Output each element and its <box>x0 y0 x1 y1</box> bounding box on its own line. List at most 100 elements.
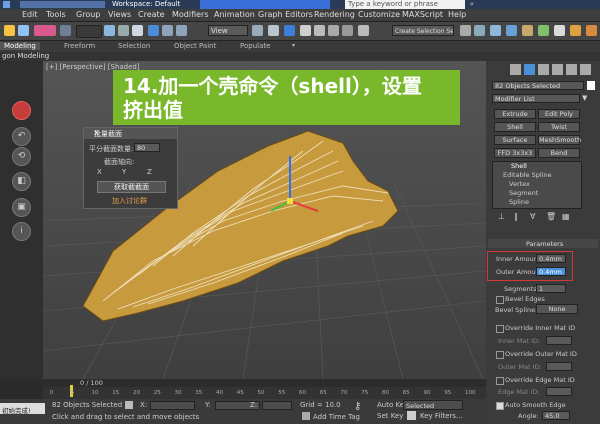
angle-snap-icon[interactable] <box>314 25 325 36</box>
stack-item-shell[interactable]: Shell <box>511 162 527 170</box>
record-icon[interactable] <box>12 101 31 120</box>
tab-freeform[interactable]: Freeform <box>64 42 95 50</box>
menu-modifiers[interactable]: Modifiers <box>172 10 209 19</box>
select-object-icon[interactable] <box>104 25 115 36</box>
menu-animation[interactable]: Animation <box>214 10 255 19</box>
display-tab-icon[interactable] <box>566 64 577 75</box>
key-filters-button[interactable]: Key Filters... <box>420 412 463 420</box>
add-time-tag[interactable]: Add Time Tag <box>313 413 360 421</box>
remove-modifier-icon[interactable]: 🗑 <box>546 212 556 221</box>
stack-item-spline[interactable]: Spline <box>509 198 529 206</box>
reference-coordinate-dropdown[interactable]: View <box>208 25 248 36</box>
key-mode-dropdown[interactable]: Selected <box>403 400 463 410</box>
workspace-label[interactable]: Workspace: Default <box>112 0 180 9</box>
bind-icon[interactable] <box>60 25 71 36</box>
lock-selection-icon[interactable] <box>125 401 133 409</box>
axis-z-radio[interactable]: Z <box>147 168 152 176</box>
edit-poly-button[interactable]: Edit Poly <box>538 109 580 119</box>
lock-icon[interactable]: ▣ <box>12 198 31 217</box>
stack-item-editable-spline[interactable]: Editable Spline <box>503 171 552 179</box>
hierarchy-tab-icon[interactable] <box>538 64 549 75</box>
override-outer-checkbox[interactable] <box>496 351 504 359</box>
time-tag-icon[interactable] <box>302 412 310 420</box>
search-icon[interactable]: ⌕ <box>470 0 474 9</box>
key-filter-icon[interactable] <box>407 411 416 420</box>
menu-maxscript[interactable]: MAXScript <box>402 10 443 19</box>
pivot-center-icon[interactable] <box>252 25 263 36</box>
modifier-stack[interactable]: Shell Editable Spline Vertex Segment Spl… <box>492 161 582 209</box>
auto-smooth-checkbox[interactable] <box>496 402 504 410</box>
menu-rendering[interactable]: Rendering <box>314 10 355 19</box>
search-input[interactable]: Type a keyword or phrase <box>345 0 465 9</box>
show-end-result-icon[interactable]: ∥ <box>514 212 518 221</box>
twist-button[interactable]: Twist <box>538 122 580 132</box>
bevel-edges-checkbox[interactable] <box>496 296 504 304</box>
z-coord-input[interactable] <box>262 401 292 410</box>
modifier-list-dropdown[interactable]: Modifier List <box>492 94 580 103</box>
stack-item-vertex[interactable]: Vertex <box>509 180 530 188</box>
object-name-field[interactable]: 82 Objects Selected <box>492 81 584 90</box>
tab-populate[interactable]: Populate <box>240 42 270 50</box>
time-slider-label[interactable]: 0 / 100 <box>80 379 103 387</box>
align-icon[interactable] <box>474 25 485 36</box>
make-unique-icon[interactable]: ∀ <box>530 212 535 221</box>
extrude-button[interactable]: Extrude <box>494 109 536 119</box>
info-icon[interactable]: i <box>12 222 31 241</box>
close-icon[interactable]: X <box>94 129 174 137</box>
outer-amount-input[interactable]: 0.4mm <box>536 267 566 276</box>
mirror-icon[interactable] <box>460 25 471 36</box>
override-edge-checkbox[interactable] <box>496 377 504 385</box>
menu-customize[interactable]: Customize <box>358 10 400 19</box>
timeline[interactable]: 0 / 100 0 5 10 15 20 25 30 35 40 45 50 55 60 65 70 75 80… <box>43 379 486 399</box>
select-by-name-icon[interactable] <box>118 25 129 36</box>
rectangular-selection-icon[interactable] <box>132 25 143 36</box>
configure-sets-icon[interactable]: ▦ <box>562 212 570 221</box>
menu-create[interactable]: Create <box>138 10 165 19</box>
percent-snap-icon[interactable] <box>328 25 339 36</box>
snap-toggle-icon[interactable] <box>300 25 311 36</box>
set-key-button[interactable]: Set Key <box>377 412 403 420</box>
rotate-icon[interactable]: ⟲ <box>12 147 31 166</box>
redo-icon[interactable] <box>18 25 29 36</box>
undo-icon[interactable] <box>4 25 15 36</box>
menu-views[interactable]: Views <box>108 10 131 19</box>
object-color-swatch[interactable] <box>587 81 595 90</box>
render-icon[interactable] <box>586 25 597 36</box>
bevel-spline-button[interactable]: None <box>536 304 578 314</box>
select-and-move-icon[interactable] <box>148 25 159 36</box>
modify-tab-icon[interactable] <box>524 64 535 75</box>
graphite-tools-icon[interactable] <box>506 25 517 36</box>
surface-button[interactable]: Surface <box>494 135 536 145</box>
layer-manager-icon[interactable] <box>490 25 501 36</box>
curve-editor-icon[interactable] <box>522 25 533 36</box>
tab-object-paint[interactable]: Object Paint <box>174 42 216 50</box>
maxscript-listener-field[interactable]: 初始完成! <box>0 403 45 415</box>
select-and-manipulate-icon[interactable] <box>268 25 279 36</box>
inner-amount-input[interactable]: 0.4mm <box>536 254 566 263</box>
meshsmooth-button[interactable]: MeshSmooth <box>538 135 581 145</box>
tab-modeling[interactable]: Modeling <box>0 42 40 50</box>
schematic-view-icon[interactable] <box>538 25 549 36</box>
section-count-input[interactable]: 80 <box>134 143 160 152</box>
quick-access-toolbar[interactable] <box>20 1 105 8</box>
polygon-modeling-label[interactable]: gon Modeling <box>2 52 49 60</box>
segments-input[interactable]: 1 <box>536 284 566 293</box>
keyboard-shortcut-icon[interactable] <box>284 25 295 36</box>
parameters-rollout-header[interactable]: Parameters <box>488 239 598 248</box>
undo-icon[interactable]: ↶ <box>12 127 31 146</box>
axis-x-radio[interactable]: X <box>97 168 102 176</box>
menu-edit[interactable]: Edit <box>22 10 38 19</box>
x-coord-input[interactable] <box>150 401 195 410</box>
shell-button[interactable]: Shell <box>494 122 536 132</box>
material-editor-icon[interactable] <box>554 25 565 36</box>
dialog-titlebar[interactable]: 批量截面 X <box>84 128 177 139</box>
edge-mat-id-input[interactable] <box>546 387 572 396</box>
create-tab-icon[interactable] <box>510 64 521 75</box>
chevron-down-icon[interactable]: ▼ <box>582 94 587 102</box>
utilities-tab-icon[interactable] <box>580 64 591 75</box>
move-icon[interactable]: ◧ <box>12 172 31 191</box>
menu-help[interactable]: Help <box>448 10 466 19</box>
named-selection-sets-dropdown[interactable]: Create Selection Set <box>392 25 454 36</box>
inner-mat-id-input[interactable] <box>546 336 572 345</box>
tab-selection[interactable]: Selection <box>118 42 150 50</box>
